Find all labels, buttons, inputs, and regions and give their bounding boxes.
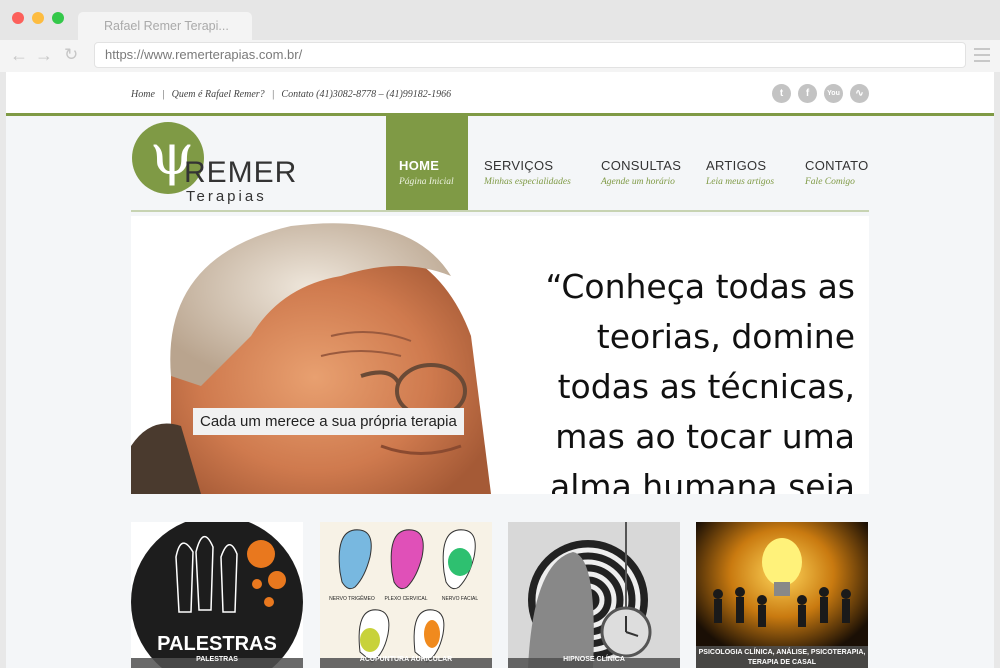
card-title-bar: PALESTRAS [131, 656, 303, 668]
hero-photo [131, 216, 503, 494]
logo-subtitle: Terapias [186, 188, 267, 205]
address-bar[interactable]: https://www.remerterapias.com.br/ [94, 42, 966, 68]
card-title-bar: PSICOLOGIA CLÍNICA, ANÁLISE, PSICOTERAPI… [696, 646, 868, 668]
nav-sublabel: Minhas especialidades [484, 177, 571, 187]
nav-label: CONSULTAS [601, 158, 682, 173]
facebook-icon[interactable]: f [798, 84, 817, 103]
acupuntura-image: NERVO TRIGÊMEO PLEXO CERVICAL NERVO FACI… [320, 522, 492, 668]
hero-slider[interactable]: Cada um merece a sua própria terapia “Co… [131, 216, 869, 494]
nav-label: ARTIGOS [706, 158, 767, 173]
browser-titlebar: Rafael Remer Terapi... [0, 0, 1000, 40]
card-psicologia[interactable]: PSICOLOGIA CLÍNICA, ANÁLISE, PSICOTERAPI… [696, 522, 868, 668]
card-title: PALESTRAS [196, 656, 238, 663]
hero-caption: Cada um merece a sua própria terapia [193, 408, 464, 435]
browser-tab[interactable]: Rafael Remer Terapi... [78, 12, 252, 40]
forward-arrow-icon[interactable]: → [35, 45, 53, 65]
youtube-icon[interactable]: You [824, 84, 843, 103]
nav-item-artigos[interactable]: ARTIGOS Leia meus artigos [706, 116, 786, 212]
page-viewport: Home | Quem é Rafael Remer? | Contato (41)30… [6, 72, 994, 668]
nav-item-contato[interactable]: CONTATO Fale Comigo [805, 116, 875, 212]
nav-label: CONTATO [805, 158, 869, 173]
card-title-bar: ACUPUNTURA AURICULAR [320, 656, 492, 668]
top-link-contact[interactable]: Contato (41)3082-8778 – (41)99182-1966 [281, 89, 451, 100]
back-arrow-icon[interactable]: ← [10, 45, 28, 65]
nav-item-consultas[interactable]: CONSULTAS Agende um horário [601, 116, 691, 212]
nav-label: SERVIÇOS [484, 158, 554, 173]
top-link-about[interactable]: Quem é Rafael Remer? [172, 89, 265, 100]
site-logo[interactable]: ψ REMER Terapias [130, 116, 296, 210]
hipnose-image [508, 522, 680, 668]
palestras-image: PALESTRAS [131, 522, 303, 668]
minimize-window-button[interactable] [32, 12, 44, 24]
card-title: HIPNOSE CLÍNICA [563, 656, 625, 663]
card-hipnose[interactable]: HIPNOSE CLÍNICA [508, 522, 680, 668]
reload-icon[interactable]: ↻ [64, 45, 78, 65]
nav-label: HOME [399, 158, 440, 173]
top-bar: Home | Quem é Rafael Remer? | Contato (41)30… [6, 72, 994, 116]
maximize-window-button[interactable] [52, 12, 64, 24]
nav-sublabel: Leia meus artigos [706, 177, 775, 187]
ear-label: NERVO TRIGÊMEO [329, 594, 375, 602]
logo-name: REMER [184, 156, 298, 189]
twitter-icon[interactable]: t [772, 84, 791, 103]
nav-divider [131, 210, 869, 212]
card-palestras[interactable]: PALESTRAS PALESTRAS [131, 522, 303, 668]
url-text: https://www.remerterapias.com.br/ [105, 47, 303, 62]
card-title-bar: HIPNOSE CLÍNICA [508, 656, 680, 668]
close-window-button[interactable] [12, 12, 24, 24]
ear-label: PLEXO CERVICAL [385, 596, 428, 602]
top-link-home[interactable]: Home [131, 89, 155, 100]
palestras-image-text: PALESTRAS [157, 633, 277, 655]
card-title: ACUPUNTURA AURICULAR [359, 656, 453, 663]
top-links: Home | Quem é Rafael Remer? | Contato (41)30… [131, 89, 452, 100]
browser-toolbar: ← → ↻ https://www.remerterapias.com.br/ [0, 40, 1000, 72]
card-title: PSICOLOGIA CLÍNICA, ANÁLISE, PSICOTERAPI… [698, 649, 866, 666]
card-acupuntura[interactable]: NERVO TRIGÊMEO PLEXO CERVICAL NERVO FACI… [320, 522, 492, 668]
nav-item-home[interactable]: HOME Página Inicial [386, 116, 468, 212]
hero-quote: “Conheça todas as teorias, domine todas … [545, 267, 855, 494]
rss-icon[interactable]: ∿ [850, 84, 869, 103]
hamburger-menu-icon[interactable] [974, 48, 990, 62]
nav-sublabel: Agende um horário [601, 177, 675, 187]
ear-label: NERVO FACIAL [442, 596, 479, 602]
tab-title: Rafael Remer Terapi... [104, 19, 229, 33]
nav-item-servicos[interactable]: SERVIÇOS Minhas especialidades [484, 116, 584, 212]
nav-sublabel: Fale Comigo [805, 177, 855, 187]
nav-sublabel: Página Inicial [399, 177, 454, 187]
